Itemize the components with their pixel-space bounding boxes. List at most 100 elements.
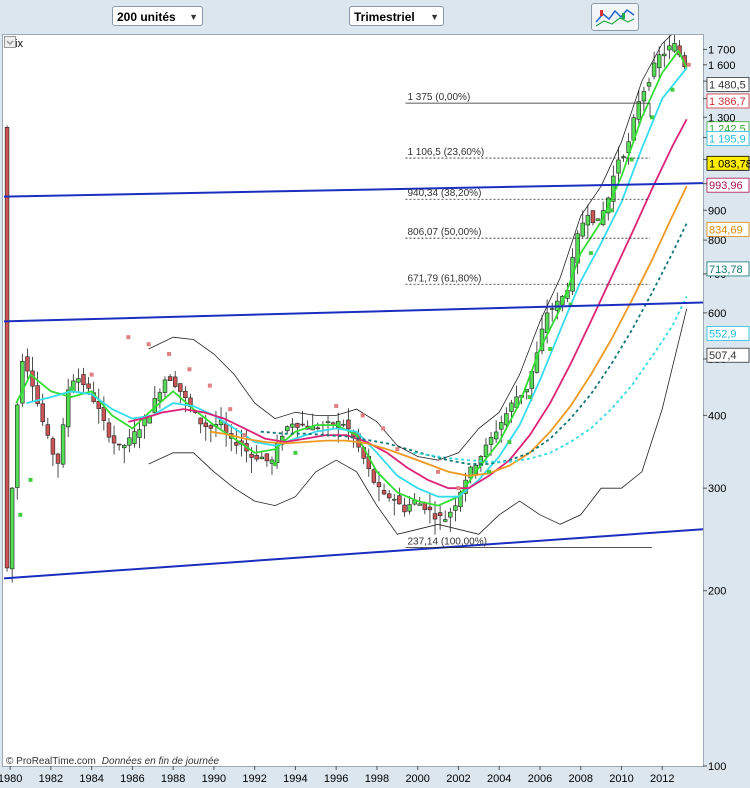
y-tick-label: 900 [708,205,726,217]
candle-body [656,54,662,69]
last-value-label: 507,4 [709,350,737,362]
last-value-label: 834,69 [709,224,743,236]
candle-body [549,308,555,310]
sar-dot [670,87,675,92]
y-tick-label: 100 [708,761,726,773]
candle-body [662,53,667,57]
candle-body [641,91,647,102]
candle-body [371,469,377,483]
move-up-icon[interactable] [4,36,87,51]
x-tick-label: 1988 [161,773,185,785]
sar-dot [69,386,74,391]
candle-body [137,429,142,438]
last-value-label: 1 195,9 [709,133,746,145]
candle-body [249,453,254,458]
x-tick-label: 1996 [324,773,348,785]
sar-dot [360,413,365,418]
candle-body [448,511,453,518]
candle-body [183,390,188,399]
candle-body [157,392,163,402]
candle-body [81,374,86,386]
candle-body [442,519,448,522]
candle-body [300,423,305,426]
x-tick-label: 2008 [568,773,592,785]
candle-body [407,504,412,512]
credit-source: © ProRealTime.com [6,756,96,767]
fibonacci-label: 671,79 (61,80%) [407,273,481,284]
candle-body [651,62,657,77]
fibonacci-label: 806,07 (50,00%) [407,227,481,238]
candle-body [325,421,331,423]
wrench-icon[interactable] [5,37,39,51]
candle-body [86,383,91,389]
candle-body [290,423,295,428]
sar-dot [207,383,212,388]
sar-dot [588,251,593,256]
x-tick-label: 1980 [0,773,22,785]
candle-body [427,506,433,511]
y-tick-label: 600 [708,308,726,320]
candle-body [295,423,300,428]
candle-body [672,43,677,52]
sar-dot [18,512,23,517]
last-value-label: 1 386,7 [709,96,746,108]
candle-body [493,431,499,440]
x-tick-label: 2006 [528,773,552,785]
last-value-label: 1 480,5 [709,79,746,91]
price-panel-toolbar: Prix [4,36,103,52]
candle-body [504,413,509,426]
candle-body [122,445,127,449]
sar-dot [436,469,441,474]
sar-dot [242,433,247,438]
sar-dot [293,450,298,455]
x-tick-label: 2012 [650,773,674,785]
sar-dot [228,407,233,412]
candle-body [223,423,229,433]
sar-dot [334,404,339,409]
indicator-line [260,222,688,465]
candle-body [341,423,346,426]
sar-dot [650,115,655,120]
candle-body [20,361,25,404]
candle-body [254,454,259,460]
candle-body [417,503,422,506]
candle-body [111,435,117,444]
fibonacci-label: 1 106,5 (23,60%) [407,147,484,158]
x-tick-label: 1982 [39,773,63,785]
candle-body [76,378,81,383]
move-down-icon[interactable] [4,36,103,51]
candle-body [544,312,550,334]
candle-body [40,403,45,423]
x-tick-label: 2000 [405,773,429,785]
candle-body [346,419,351,430]
candle-body [9,487,15,570]
x-tick-label: 2002 [446,773,470,785]
copy-icon[interactable] [4,36,55,51]
y-tick-label: 1 600 [708,60,736,72]
candle-body [595,218,601,221]
sar-dot [609,208,614,213]
candle-body [488,437,494,445]
candle-body [25,356,30,372]
sar-dot [456,486,461,491]
sar-dot [273,462,278,467]
candle-body [616,159,621,174]
candle-body [198,417,203,425]
fibonacci-label: 1 375 (0,00%) [407,92,470,103]
y-tick-label: 800 [708,235,726,247]
x-tick-label: 1986 [120,773,144,785]
candle-body [432,513,438,520]
close-icon[interactable] [4,36,71,51]
sar-dot [28,477,33,482]
trendline [4,301,703,323]
x-tick-label: 1998 [365,773,389,785]
sar-dot [686,62,691,67]
candle-body [15,404,20,488]
candle-body [422,502,428,510]
y-tick-label: 1 700 [708,44,736,56]
candle-body [264,453,270,462]
candle-body [646,82,652,87]
plot-area: 1 375 (0,00%) 1 106,5 (23,60%) 940,34 (38,… [4,35,703,583]
sar-dot [548,347,553,352]
price-chart: 1 375 (0,00%) 1 106,5 (23,60%) 940,34 (38,… [0,35,750,785]
